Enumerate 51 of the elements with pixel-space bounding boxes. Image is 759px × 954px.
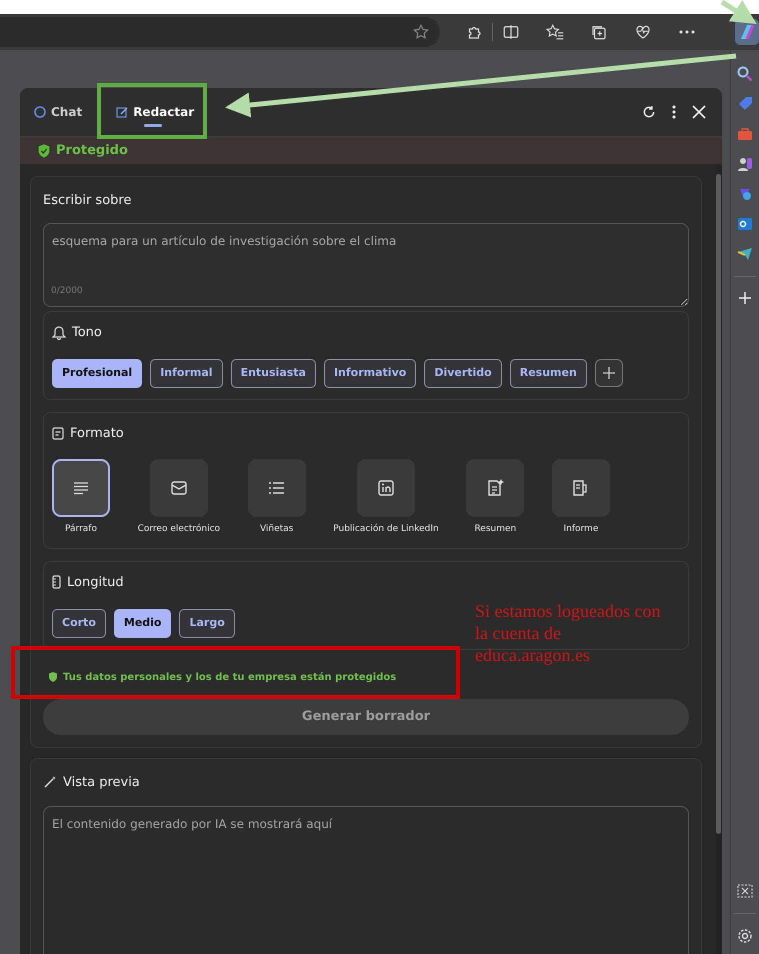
- plus-icon: [602, 367, 615, 379]
- favorites-icon[interactable]: [545, 23, 565, 41]
- tab[interactable]: Chat: [28, 95, 88, 129]
- mail-app-icon[interactable]: [737, 216, 753, 232]
- option-chip[interactable]: Profesional: [52, 359, 142, 388]
- annotation-note: la cuenta de: [475, 622, 562, 644]
- section-label: Escribir sobre: [43, 192, 132, 210]
- search-icon[interactable]: [737, 66, 753, 82]
- shield-check-icon: [47, 671, 59, 683]
- section-label: Longitud: [67, 574, 124, 592]
- format-option[interactable]: Publicación de LinkedIn: [333, 459, 439, 536]
- ruler-icon: [52, 575, 61, 590]
- heart-pulse-icon[interactable]: [634, 23, 652, 41]
- option-chip[interactable]: Informal: [150, 359, 223, 388]
- bell-icon: [52, 324, 66, 340]
- magic-wand-icon: [43, 775, 57, 790]
- people-icon[interactable]: [737, 156, 753, 172]
- add-tone-button[interactable]: [594, 359, 623, 387]
- character-counter: 0/2000: [51, 284, 84, 298]
- screenshot-icon[interactable]: [737, 883, 753, 899]
- split-screen-icon[interactable]: [502, 23, 520, 41]
- option-chip[interactable]: Medio: [114, 609, 172, 638]
- tab[interactable]: Redactar: [110, 95, 200, 129]
- collections-icon[interactable]: [590, 23, 608, 41]
- section-label: Tono: [72, 324, 102, 342]
- star-icon[interactable]: [412, 23, 430, 41]
- option-chip[interactable]: Entusiasta: [230, 359, 316, 388]
- privacy-note: Tus datos personales y los de tu empresa están protegidos: [63, 670, 396, 684]
- preview-output: El contenido generado por IA se mostrará aquí: [43, 806, 689, 954]
- scrollbar[interactable]: [716, 166, 722, 954]
- annotation-note: Si estamos logueados con: [475, 600, 660, 622]
- swirl-icon[interactable]: [737, 186, 753, 202]
- document-lines-icon: [52, 426, 64, 440]
- paper-plane-icon[interactable]: [737, 246, 753, 262]
- protection-status: Protegido: [56, 142, 128, 160]
- settings-icon[interactable]: [737, 928, 753, 944]
- section-label: Vista previa: [63, 774, 140, 792]
- more-icon[interactable]: [679, 30, 695, 34]
- circle-icon: [34, 106, 46, 118]
- option-chip[interactable]: Corto: [52, 609, 106, 638]
- option-chip[interactable]: Informativo: [324, 359, 416, 388]
- option-chip[interactable]: Divertido: [424, 359, 502, 388]
- annotation-note: educa.aragon.es: [475, 644, 591, 666]
- plus-icon[interactable]: [738, 291, 752, 305]
- shield-check-icon: [36, 143, 52, 159]
- annotation-arrow: [720, 0, 757, 24]
- edit-icon: [116, 106, 128, 118]
- option-chip[interactable]: Largo: [179, 609, 235, 638]
- linkedin-icon: [376, 478, 396, 498]
- section-label: Formato: [70, 424, 124, 442]
- option-chip[interactable]: Resumen: [510, 359, 587, 388]
